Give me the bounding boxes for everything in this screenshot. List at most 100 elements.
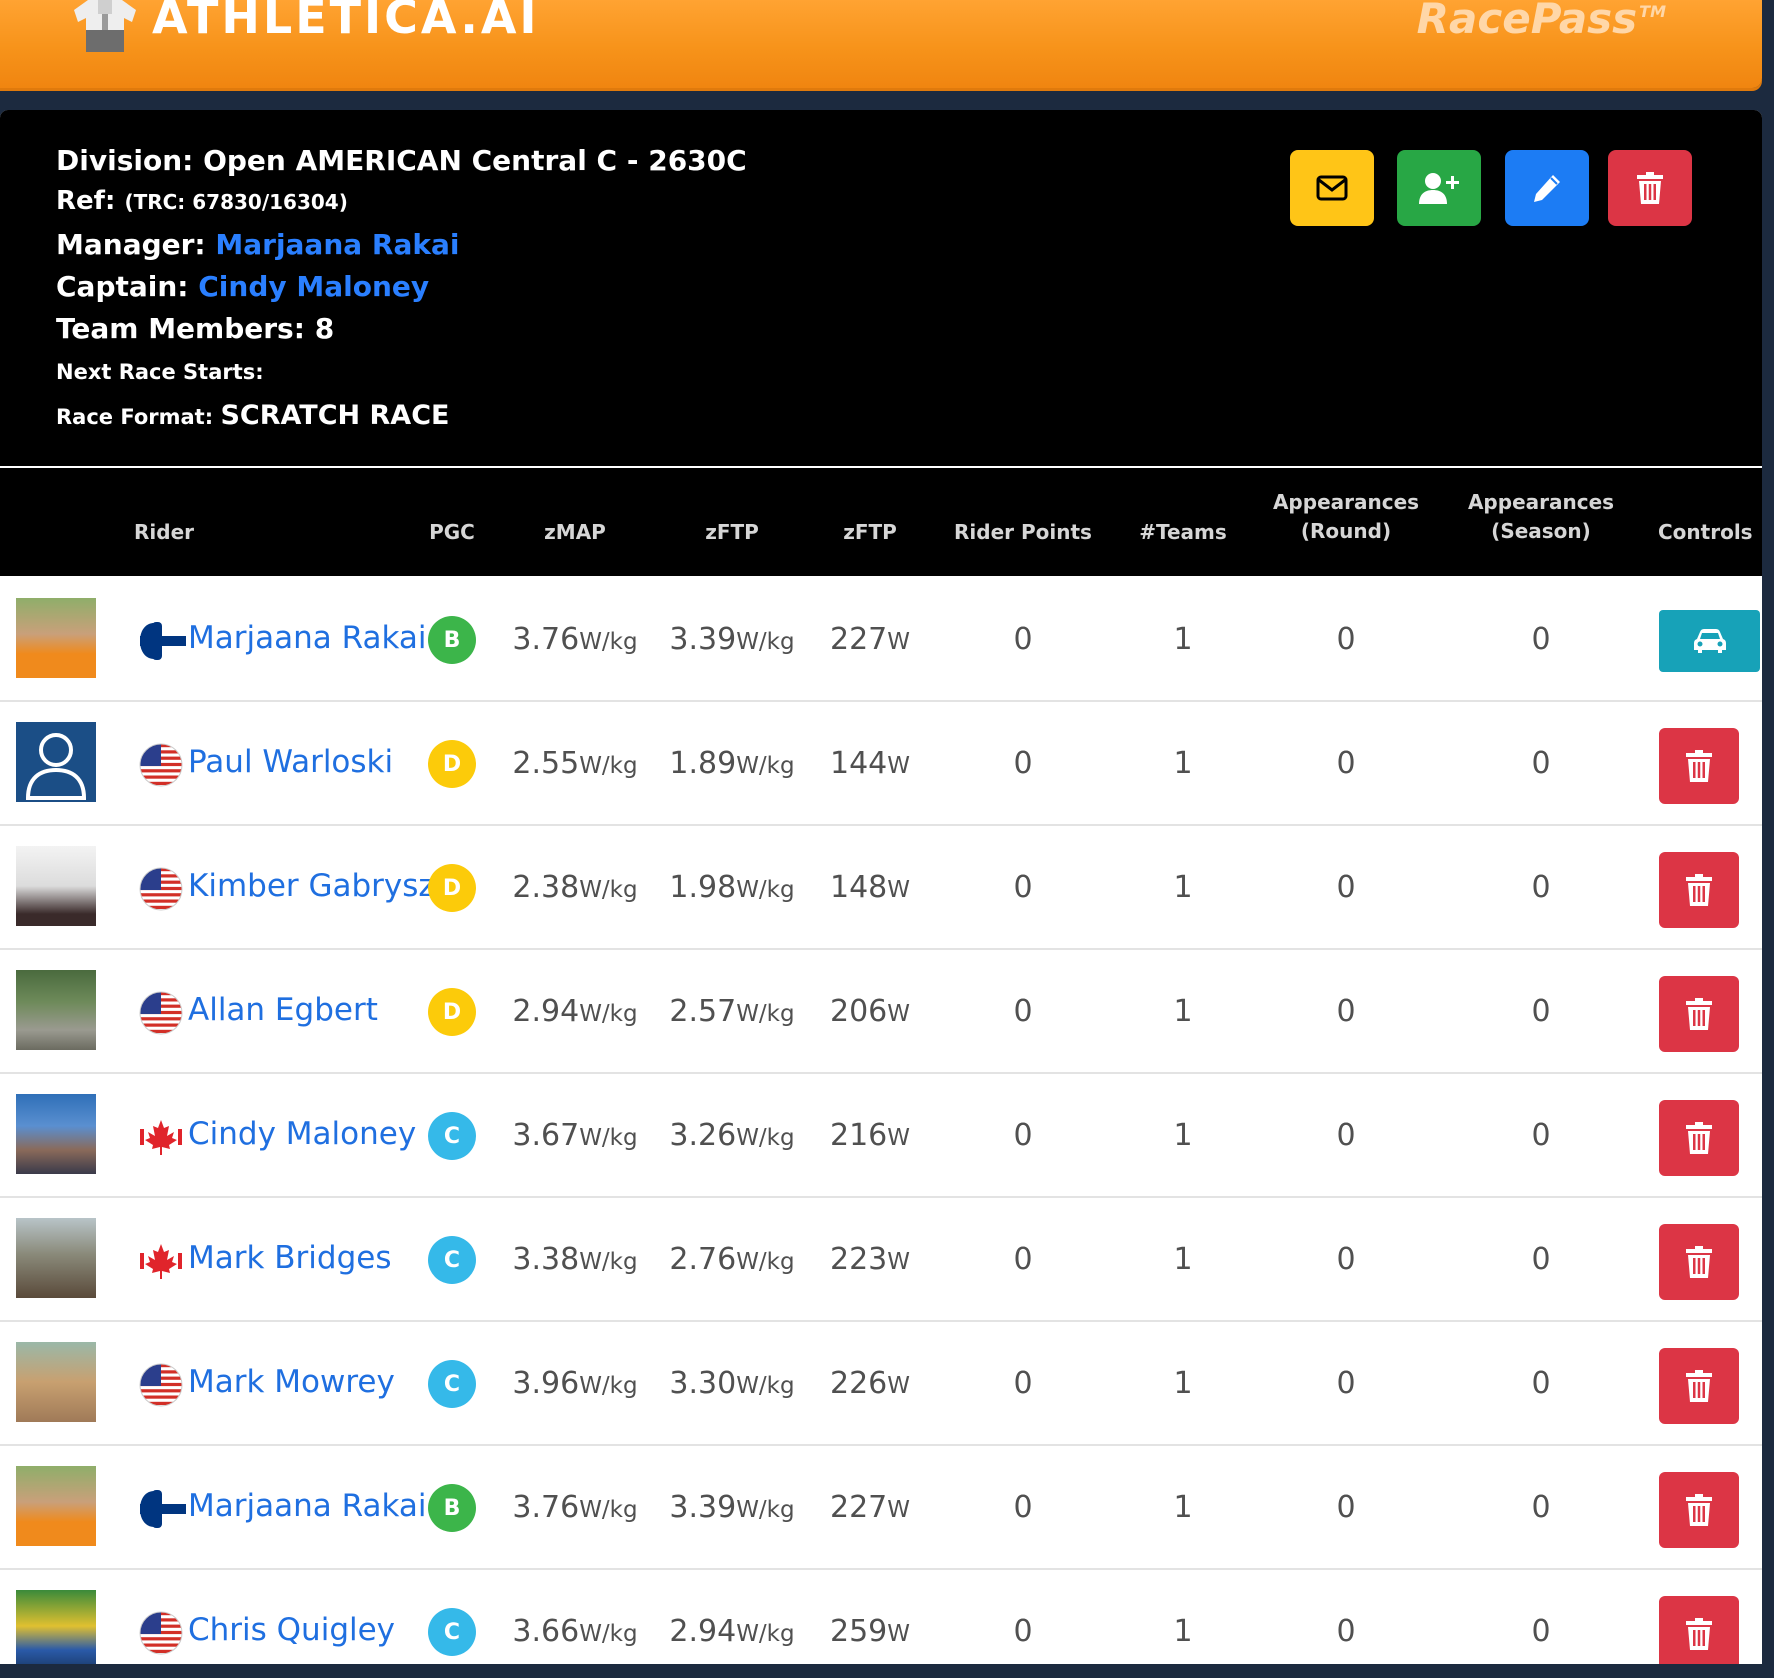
appearances-round-value: 0 bbox=[1336, 994, 1356, 1029]
edit-division-button[interactable] bbox=[1505, 150, 1589, 226]
th-appearances-round-line2: (Round) bbox=[1300, 519, 1392, 543]
zftp-w-unit: W bbox=[887, 1621, 910, 1647]
th-pgc[interactable]: PGC bbox=[424, 518, 480, 547]
table-row: Allan Egbert D 2.94W/kg 2.57W/kg 206W 0 … bbox=[0, 950, 1762, 1074]
remove-rider-button[interactable] bbox=[1659, 976, 1739, 1052]
rider-points-cell: 0 bbox=[973, 994, 1073, 1029]
th-rider-points[interactable]: Rider Points bbox=[943, 518, 1103, 547]
pgc-badge: C bbox=[428, 1360, 476, 1408]
rider-points-value: 0 bbox=[1013, 1242, 1033, 1277]
zftp-w-unit: W bbox=[887, 877, 910, 903]
rider-avatar[interactable] bbox=[16, 598, 96, 678]
zmap-cell: 2.38W/kg bbox=[510, 870, 640, 905]
th-appearances-round[interactable]: Appearances (Round) bbox=[1256, 488, 1436, 546]
appearances-season-value: 0 bbox=[1531, 870, 1551, 905]
rider-name-link[interactable]: Paul Warloski bbox=[188, 744, 393, 780]
zftp-w-value: 227 bbox=[829, 1490, 888, 1525]
zmap-value: 3.66 bbox=[512, 1614, 580, 1649]
appearances-season-value: 0 bbox=[1531, 1366, 1551, 1401]
top-header-bar: ATHLETICA.AI RacePass TM bbox=[0, 0, 1762, 88]
rider-name-link[interactable]: Allan Egbert bbox=[188, 992, 378, 1028]
manager-link[interactable]: Marjaana Rakai bbox=[215, 228, 459, 261]
teams-value: 1 bbox=[1173, 622, 1193, 657]
th-controls: Controls bbox=[1658, 520, 1753, 544]
rider-name-link[interactable]: Mark Mowrey bbox=[188, 1364, 395, 1400]
appearances-round-cell: 0 bbox=[1296, 870, 1396, 905]
zftp-wkg-cell: 2.94W/kg bbox=[667, 1614, 797, 1649]
zftp-wkg-cell: 3.26W/kg bbox=[667, 1118, 797, 1153]
remove-rider-button[interactable] bbox=[1659, 852, 1739, 928]
zftp-wkg-value: 3.39 bbox=[669, 622, 737, 657]
delete-team-button[interactable] bbox=[1608, 150, 1692, 226]
manager-label: Manager: bbox=[56, 228, 206, 261]
captain-label: Captain: bbox=[56, 270, 189, 303]
th-appearances-round-line1: Appearances bbox=[1272, 490, 1420, 514]
remove-rider-button[interactable] bbox=[1659, 1596, 1739, 1672]
rider-name-link[interactable]: Cindy Maloney bbox=[188, 1116, 416, 1152]
zftp-wkg-unit: W/kg bbox=[736, 1001, 795, 1027]
zftp-wkg-value: 3.30 bbox=[669, 1366, 737, 1401]
rider-points-cell: 0 bbox=[973, 622, 1073, 657]
transport-button[interactable] bbox=[1659, 610, 1760, 672]
rider-name-link[interactable]: Mark Bridges bbox=[188, 1240, 392, 1276]
rider-avatar[interactable] bbox=[16, 722, 96, 802]
division-info-panel: Division: Open AMERICAN Central C - 2630… bbox=[0, 110, 1762, 468]
appearances-season-cell: 0 bbox=[1491, 1242, 1591, 1277]
rider-avatar[interactable] bbox=[16, 1590, 96, 1670]
zmap-cell: 3.76W/kg bbox=[510, 622, 640, 657]
rider-name-link[interactable]: Marjaana Rakai bbox=[188, 1488, 426, 1524]
zftp-wkg-value: 1.89 bbox=[669, 746, 737, 781]
th-zftp-wkg[interactable]: zFTP bbox=[677, 518, 787, 547]
rider-avatar[interactable] bbox=[16, 1218, 96, 1298]
add-rider-button[interactable] bbox=[1397, 150, 1481, 226]
remove-rider-button[interactable] bbox=[1659, 1224, 1739, 1300]
remove-rider-button[interactable] bbox=[1659, 728, 1739, 804]
teams-cell: 1 bbox=[1133, 622, 1233, 657]
teams-value: 1 bbox=[1173, 1242, 1193, 1277]
th-zmap[interactable]: zMAP bbox=[520, 518, 630, 547]
racepass-logo: RacePass TM bbox=[1417, 0, 1666, 43]
remove-rider-button[interactable] bbox=[1659, 1100, 1739, 1176]
table-row: Cindy Maloney C 3.67W/kg 3.26W/kg 216W 0… bbox=[0, 1074, 1762, 1198]
appearances-season-cell: 0 bbox=[1491, 870, 1591, 905]
teams-cell: 1 bbox=[1133, 870, 1233, 905]
zftp-wkg-cell: 2.57W/kg bbox=[667, 994, 797, 1029]
zftp-wkg-unit: W/kg bbox=[736, 1125, 795, 1151]
zmap-value: 2.38 bbox=[512, 870, 580, 905]
manager-line: Manager: Marjaana Rakai bbox=[56, 228, 459, 261]
rider-avatar[interactable] bbox=[16, 1342, 96, 1422]
team-members-value: 8 bbox=[314, 312, 335, 345]
rider-avatar[interactable] bbox=[16, 970, 96, 1050]
th-appearances-season[interactable]: Appearances (Season) bbox=[1451, 488, 1631, 546]
captain-link[interactable]: Cindy Maloney bbox=[198, 270, 429, 303]
appearances-round-value: 0 bbox=[1336, 1366, 1356, 1401]
pgc-badge: C bbox=[428, 1608, 476, 1656]
pgc-badge: D bbox=[428, 864, 476, 912]
remove-rider-button[interactable] bbox=[1659, 1472, 1739, 1548]
th-teams[interactable]: #Teams bbox=[1123, 518, 1243, 547]
appearances-round-value: 0 bbox=[1336, 1118, 1356, 1153]
zmap-unit: W/kg bbox=[579, 629, 638, 655]
rider-points-cell: 0 bbox=[973, 746, 1073, 781]
zftp-w-value: 144 bbox=[829, 746, 888, 781]
canada-flag-icon bbox=[136, 1114, 186, 1160]
zftp-wkg-unit: W/kg bbox=[736, 1621, 795, 1647]
zmap-cell: 3.66W/kg bbox=[510, 1614, 640, 1649]
th-zftp-w[interactable]: zFTP bbox=[815, 518, 925, 547]
brand-name[interactable]: ATHLETICA.AI bbox=[152, 0, 540, 44]
appearances-season-value: 0 bbox=[1531, 622, 1551, 657]
pgc-badge: B bbox=[428, 616, 476, 664]
zmap-value: 3.38 bbox=[512, 1242, 580, 1277]
remove-rider-button[interactable] bbox=[1659, 1348, 1739, 1424]
rider-avatar[interactable] bbox=[16, 1466, 96, 1546]
email-team-button[interactable] bbox=[1290, 150, 1374, 226]
race-format-label: Race Format: bbox=[56, 405, 214, 429]
rider-avatar[interactable] bbox=[16, 846, 96, 926]
appearances-round-cell: 0 bbox=[1296, 1366, 1396, 1401]
th-rider[interactable]: Rider bbox=[134, 518, 194, 547]
table-row: Kimber Gabryszak D 2.38W/kg 1.98W/kg 148… bbox=[0, 826, 1762, 950]
rider-name-link[interactable]: Marjaana Rakai bbox=[188, 620, 426, 656]
rider-name-link[interactable]: Chris Quigley bbox=[188, 1612, 395, 1648]
rider-points-cell: 0 bbox=[973, 1242, 1073, 1277]
rider-avatar[interactable] bbox=[16, 1094, 96, 1174]
